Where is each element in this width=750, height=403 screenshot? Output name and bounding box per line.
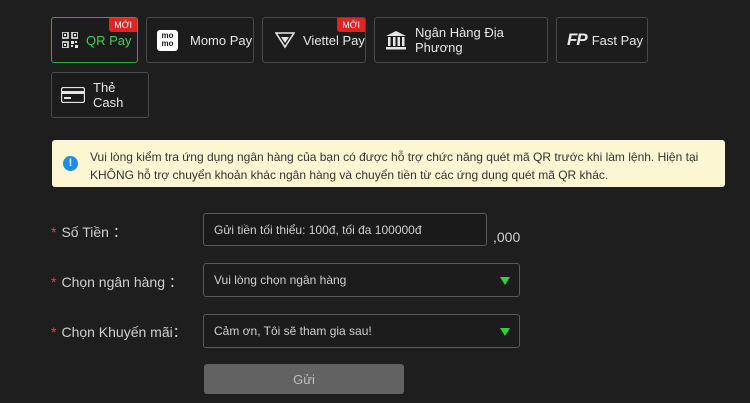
amount-placeholder: Gửi tiền tối thiểu: 100đ, tối đa 100000đ: [214, 222, 422, 237]
amount-suffix: ,000: [493, 229, 521, 245]
bank-label: * Chọn ngân hàng ：: [51, 274, 183, 290]
new-badge: MỚI: [109, 18, 137, 32]
promo-label: * Chọn Khuyến mãi：: [51, 324, 187, 340]
bank-select-value: Vui lòng chọn ngân hàng: [214, 273, 347, 287]
dropdown-arrow-icon: [500, 277, 510, 285]
pay-method-viettel-pay[interactable]: Viettel Pay MỚI: [262, 17, 366, 63]
amount-input[interactable]: Gửi tiền tối thiểu: 100đ, tối đa 100000đ: [203, 213, 487, 246]
pay-method-label: Thẻ Cash: [93, 80, 124, 110]
submit-button[interactable]: Gửi: [204, 364, 404, 394]
promo-select-value: Cảm ơn, Tôi sẽ tham gia sau!: [214, 324, 372, 338]
pay-method-label: Viettel Pay: [303, 32, 365, 48]
new-badge: MỚI: [337, 18, 365, 32]
viettel-pay-icon: [275, 31, 295, 49]
pay-method-label: Fast Pay: [591, 32, 644, 48]
bank-select[interactable]: Vui lòng chọn ngân hàng: [203, 263, 520, 297]
required-mark: *: [51, 274, 57, 290]
pay-method-label: QR Pay: [86, 32, 132, 48]
pay-method-local-bank[interactable]: Ngân Hàng Địa Phương: [374, 17, 548, 63]
pay-method-qr-pay[interactable]: QR Pay MỚI: [51, 17, 138, 63]
amount-label: * Số Tiền ：: [51, 224, 127, 240]
pay-method-label: Momo Pay: [190, 32, 253, 48]
required-mark: *: [51, 224, 57, 240]
dropdown-arrow-icon: [500, 328, 510, 336]
required-mark: *: [51, 324, 57, 340]
pay-method-cash-card[interactable]: Thẻ Cash: [51, 72, 149, 118]
pay-method-label: Ngân Hàng Địa Phương: [415, 25, 504, 55]
pay-method-momo-pay[interactable]: mo mo Momo Pay: [146, 17, 254, 63]
bank-icon: [385, 30, 407, 50]
fast-pay-icon: FP: [567, 30, 588, 49]
qr-code-icon: [62, 32, 78, 48]
card-icon: [61, 87, 85, 103]
notice-text: Vui lòng kiểm tra ứng dụng ngân hàng của…: [90, 150, 699, 182]
promo-select[interactable]: Cảm ơn, Tôi sẽ tham gia sau!: [203, 314, 520, 348]
momo-icon: mo mo: [157, 29, 178, 51]
qr-support-notice: ! Vui lòng kiểm tra ứng dụng ngân hàng c…: [52, 140, 725, 187]
pay-method-fast-pay[interactable]: FP Fast Pay: [556, 17, 648, 63]
info-icon: !: [63, 156, 78, 171]
momo-icon-text: mo mo: [161, 31, 174, 48]
